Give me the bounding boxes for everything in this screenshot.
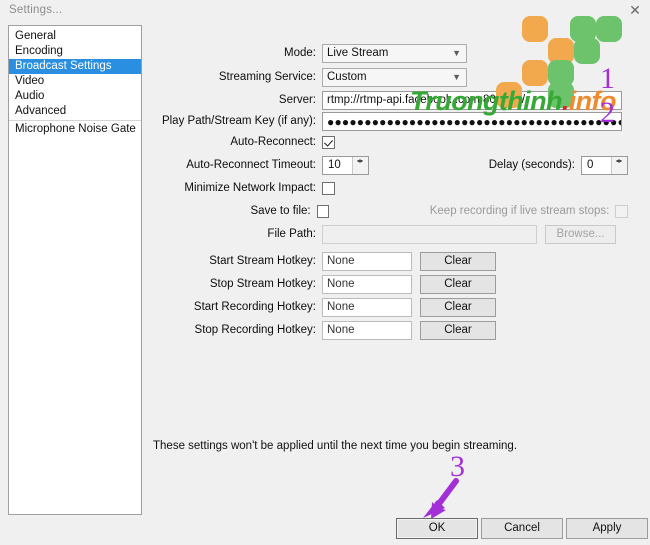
stepper-buttons[interactable] [611, 156, 627, 174]
auto-reconnect-label: Auto-Reconnect: [230, 136, 316, 148]
server-row: Server: rtmp://rtmp-api.facebook..com:80… [148, 90, 628, 110]
start-stream-hotkey-row: Start Stream Hotkey: None Clear [148, 251, 528, 271]
save-to-file-row: Save to file: Keep recording if live str… [148, 201, 628, 221]
stop-recording-hotkey-row: Stop Recording Hotkey: None Clear [148, 320, 528, 340]
mode-select[interactable]: Live Stream ▼ [322, 43, 467, 63]
sidebar-divider [9, 120, 141, 121]
keep-recording-label: Keep recording if live stream stops: [429, 205, 610, 217]
sidebar-item-general[interactable]: General [9, 29, 141, 44]
stream-key-row: Play Path/Stream Key (if any): ●●●●●●●●●… [148, 111, 628, 131]
delay-value: 0 [587, 158, 594, 171]
streaming-service-label: Streaming Service: [218, 71, 316, 83]
auto-reconnect-checkbox[interactable] [322, 135, 335, 149]
dialog-button-bar: OK Cancel Apply [0, 518, 650, 545]
start-recording-hotkey-clear-button[interactable]: Clear [420, 297, 496, 317]
mode-label: Mode: [284, 47, 316, 59]
delay-label: Delay (seconds): [488, 159, 575, 171]
stop-stream-hotkey-clear-button[interactable]: Clear [420, 274, 496, 294]
auto-reconnect-timeout-label: Auto-Reconnect Timeout: [186, 159, 316, 171]
mode-row: Mode: Live Stream ▼ [148, 43, 468, 63]
settings-category-list[interactable]: General Encoding Broadcast Settings Vide… [8, 25, 142, 515]
browse-button: Browse... [545, 224, 616, 244]
stop-stream-hotkey-input[interactable]: None [322, 274, 412, 294]
sidebar-item-microphone-noise-gate[interactable]: Microphone Noise Gate [9, 122, 141, 137]
sidebar-item-broadcast-settings[interactable]: Broadcast Settings [9, 59, 141, 74]
stream-key-input[interactable]: ●●●●●●●●●●●●●●●●●●●●●●●●●●●●●●●●●●●●●●●●… [322, 111, 622, 131]
start-stream-hotkey-clear-button[interactable]: Clear [420, 251, 496, 271]
broadcast-settings-panel: Mode: Live Stream ▼ Streaming Service: C… [148, 25, 642, 515]
sidebar-item-audio[interactable]: Audio [9, 89, 141, 104]
minimize-network-impact-row: Minimize Network Impact: [148, 178, 468, 198]
file-path-label: File Path: [267, 228, 316, 240]
ok-button[interactable]: OK [396, 518, 478, 539]
stop-recording-hotkey-input[interactable]: None [322, 320, 412, 340]
auto-reconnect-timeout-stepper[interactable]: 10 [322, 155, 369, 175]
chevron-down-icon: ▼ [452, 47, 461, 58]
minimize-network-impact-checkbox[interactable] [322, 181, 335, 195]
sidebar-item-encoding[interactable]: Encoding [9, 44, 141, 59]
sidebar-item-advanced[interactable]: Advanced [9, 104, 141, 119]
keep-recording-checkbox [615, 204, 628, 218]
save-to-file-checkbox[interactable] [316, 204, 330, 218]
streaming-service-value: Custom [327, 70, 367, 83]
chevron-down-icon: ▼ [452, 71, 461, 82]
minimize-network-impact-label: Minimize Network Impact: [184, 182, 316, 194]
start-recording-hotkey-row: Start Recording Hotkey: None Clear [148, 297, 528, 317]
start-recording-hotkey-input[interactable]: None [322, 297, 412, 317]
streaming-service-row: Streaming Service: Custom ▼ [148, 67, 468, 87]
auto-reconnect-row: Auto-Reconnect: [148, 132, 468, 152]
sidebar-item-video[interactable]: Video [9, 74, 141, 89]
cancel-button[interactable]: Cancel [481, 518, 563, 539]
stop-stream-hotkey-label: Stop Stream Hotkey: [209, 278, 316, 290]
start-recording-hotkey-label: Start Recording Hotkey: [193, 301, 316, 313]
close-icon[interactable]: ✕ [620, 0, 650, 20]
save-to-file-label: Save to file: [250, 205, 311, 217]
start-stream-hotkey-label: Start Stream Hotkey: [209, 255, 316, 267]
auto-reconnect-timeout-value: 10 [328, 158, 341, 171]
streaming-service-select[interactable]: Custom ▼ [322, 67, 467, 87]
stop-stream-hotkey-row: Stop Stream Hotkey: None Clear [148, 274, 528, 294]
server-label: Server: [278, 94, 316, 106]
start-stream-hotkey-input[interactable]: None [322, 251, 412, 271]
mode-value: Live Stream [327, 46, 389, 59]
server-input[interactable]: rtmp://rtmp-api.facebook..com:80/rtmp/ [322, 90, 622, 110]
stop-recording-hotkey-label: Stop Recording Hotkey: [194, 324, 316, 336]
stream-key-label: Play Path/Stream Key (if any): [161, 115, 316, 127]
window-title: Settings... [9, 4, 63, 16]
delay-stepper[interactable]: 0 [581, 155, 628, 175]
file-path-row: File Path: Browse... [148, 224, 628, 244]
auto-reconnect-timeout-row: Auto-Reconnect Timeout: 10 Delay (second… [148, 155, 628, 175]
file-path-input [322, 224, 537, 244]
title-bar: Settings... ✕ [0, 0, 650, 22]
stop-recording-hotkey-clear-button[interactable]: Clear [420, 320, 496, 340]
stepper-buttons[interactable] [352, 156, 368, 174]
apply-button[interactable]: Apply [566, 518, 648, 539]
settings-footnote: These settings won't be applied until th… [153, 440, 518, 452]
